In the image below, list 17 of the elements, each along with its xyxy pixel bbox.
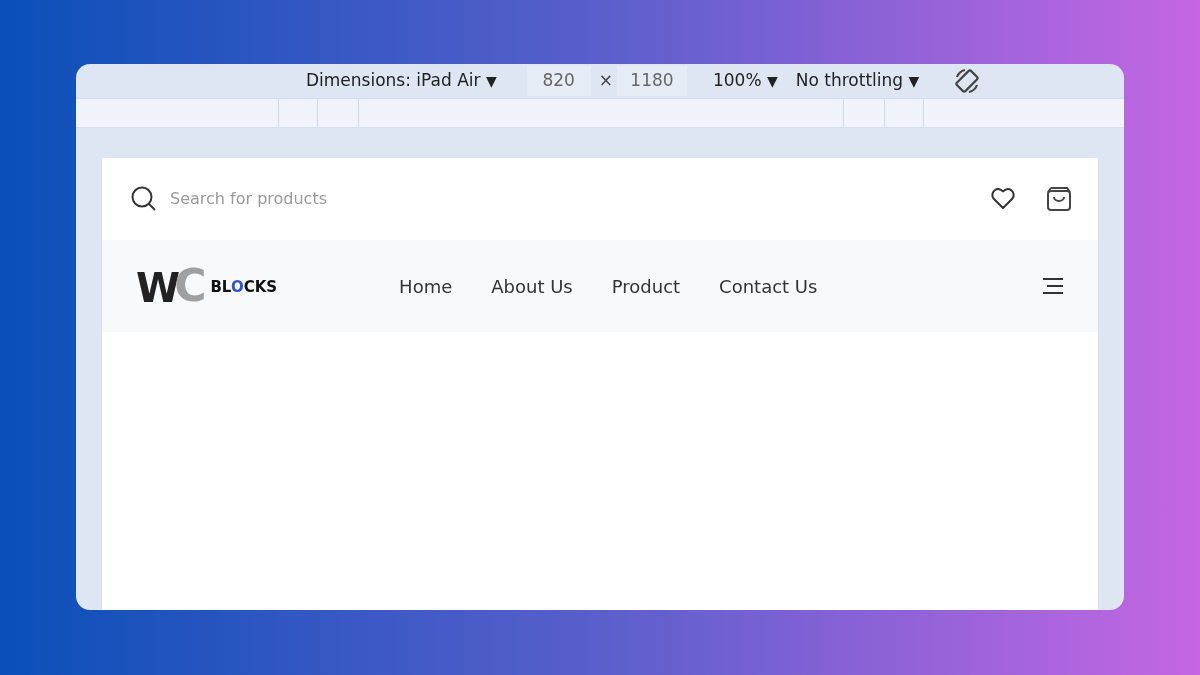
menu-icon[interactable] — [1042, 277, 1064, 295]
logo-wordmark: BLOCKS — [210, 276, 278, 298]
width-field[interactable]: 820 — [526, 66, 591, 96]
times-sign: × — [598, 69, 613, 93]
nav-link[interactable]: About Us — [491, 272, 573, 300]
zoom-dropdown[interactable]: 100% ▼ — [712, 68, 778, 94]
nav-link[interactable]: Home — [399, 272, 453, 300]
nav-link[interactable]: Contact Us — [719, 272, 818, 300]
nav-link[interactable]: Product — [611, 272, 681, 300]
device-dropdown[interactable]: Dimensions: iPad Air ▼ — [306, 68, 497, 94]
height-field[interactable]: 1180 — [616, 66, 687, 96]
rotate-icon[interactable] — [953, 67, 982, 95]
heart-icon[interactable] — [990, 187, 1016, 211]
shopping-bag-icon[interactable] — [1046, 186, 1072, 212]
throttling-dropdown[interactable]: No throttling ▼ — [795, 68, 920, 94]
search-field[interactable]: Search for products — [170, 187, 470, 211]
search-icon[interactable] — [130, 185, 158, 213]
